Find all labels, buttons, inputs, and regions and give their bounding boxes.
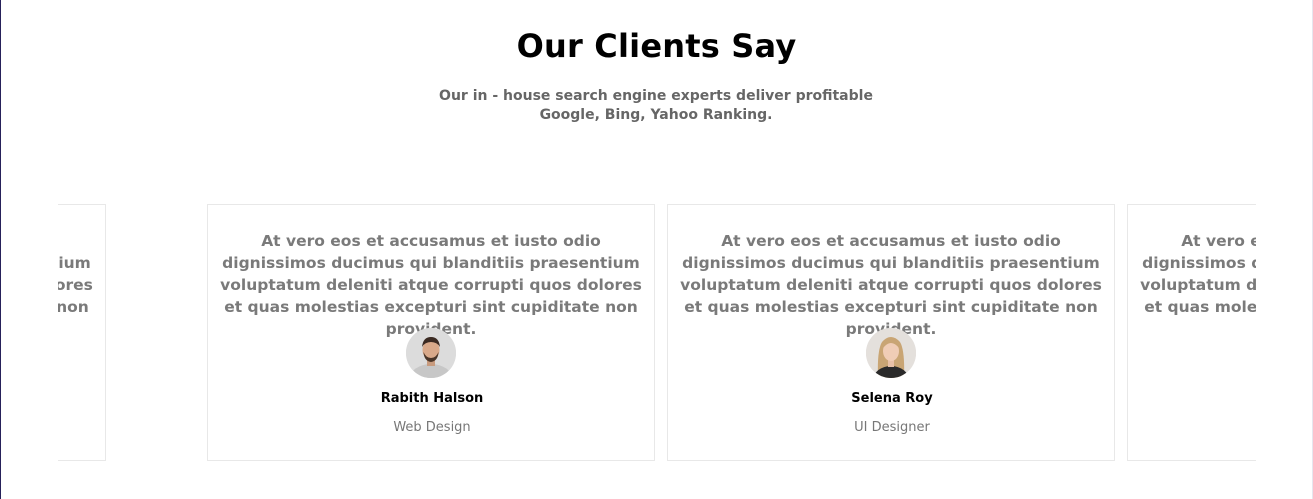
testimonial-card[interactable]: At vero eos et accusamus et iusto odio d… xyxy=(58,204,106,461)
man-avatar-icon xyxy=(406,328,456,378)
section-title: Our Clients Say xyxy=(516,27,797,65)
page-left-border xyxy=(0,0,1,499)
testimonial-quote: At vero eos et accusamus et iusto odio d… xyxy=(1140,232,1256,316)
testimonial-card[interactable]: At vero eos et accusamus et iusto odio d… xyxy=(207,204,655,461)
section-subtitle: Our in - house search engine experts del… xyxy=(439,88,873,123)
testimonial-card[interactable]: At vero eos et accusamus et iusto odio d… xyxy=(1127,204,1256,461)
testimonial-quote: At vero eos et accusamus et iusto odio d… xyxy=(680,232,1102,338)
testimonial-card[interactable]: At vero eos et accusamus et iusto odio d… xyxy=(667,204,1115,461)
testimonial-track[interactable]: At vero eos et accusamus et iusto odio d… xyxy=(58,204,1256,464)
woman-avatar-icon xyxy=(866,328,916,378)
client-name: Selena Roy xyxy=(851,391,933,406)
client-role: Web Design xyxy=(393,420,471,435)
client-role: UI Designer xyxy=(854,420,930,435)
testimonial-quote: At vero eos et accusamus et iusto odio d… xyxy=(220,232,642,338)
testimonial-quote: At vero eos et accusamus et iusto odio d… xyxy=(58,254,93,316)
client-name: Rabith Halson xyxy=(380,391,484,406)
testimonial-carousel[interactable]: At vero eos et accusamus et iusto odio d… xyxy=(58,204,1256,464)
